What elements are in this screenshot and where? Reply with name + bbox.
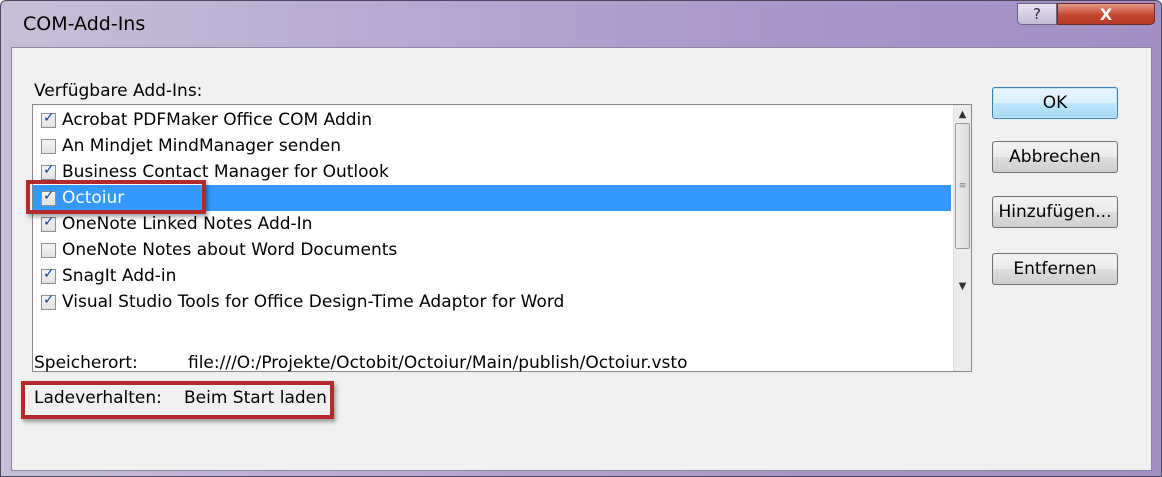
grip-icon: ≡: [958, 181, 967, 191]
location-value: file:///O:/Projekte/Octobit/Octoiur/Main…: [188, 353, 688, 373]
list-item-label: Business Contact Manager for Outlook: [62, 162, 389, 182]
list-item-label: SnagIt Add-in: [62, 266, 177, 286]
highlight-box-load-behavior: [21, 381, 334, 419]
checkbox[interactable]: [41, 138, 56, 154]
checkbox[interactable]: [41, 214, 56, 232]
scroll-up-button[interactable]: ▲: [954, 105, 971, 123]
list-item-acrobat[interactable]: Acrobat PDFMaker Office COM Addin: [33, 107, 953, 133]
close-button[interactable]: X: [1057, 3, 1155, 25]
checkbox[interactable]: [41, 266, 56, 284]
help-button[interactable]: ?: [1017, 3, 1057, 25]
triangle-up-icon: ▲: [958, 108, 967, 120]
window-title: COM-Add-Ins: [23, 13, 146, 35]
list-item-vsto[interactable]: Visual Studio Tools for Office Design-Ti…: [33, 289, 953, 315]
ok-button-label: OK: [1042, 93, 1068, 113]
available-addins-label: Verfügbare Add-Ins:: [34, 81, 203, 101]
close-icon: X: [1099, 4, 1113, 24]
ok-button[interactable]: OK: [992, 87, 1118, 119]
location-label: Speicherort:: [34, 353, 138, 373]
list-item-label: OneNote Notes about Word Documents: [62, 240, 398, 260]
list-item-onenote-linked[interactable]: OneNote Linked Notes Add-In: [33, 211, 953, 237]
list-item-label: Acrobat PDFMaker Office COM Addin: [62, 110, 373, 130]
checkbox[interactable]: [41, 292, 56, 310]
listbox-scrollbar[interactable]: ▲ ≡ ▼: [953, 105, 971, 371]
list-item-label: OneNote Linked Notes Add-In: [62, 214, 313, 234]
checkbox[interactable]: [41, 162, 56, 180]
triangle-down-icon: ▼: [958, 280, 967, 292]
title-bar[interactable]: COM-Add-Ins ? X: [1, 1, 1161, 47]
add-button[interactable]: Hinzufügen...: [992, 196, 1118, 228]
cancel-button[interactable]: Abbrechen: [992, 141, 1118, 173]
remove-button[interactable]: Entfernen: [992, 253, 1118, 285]
help-icon: ?: [1033, 5, 1041, 23]
list-item-mindjet[interactable]: An Mindjet MindManager senden: [33, 133, 953, 159]
add-button-label: Hinzufügen...: [998, 202, 1112, 222]
list-item-onenote-notes[interactable]: OneNote Notes about Word Documents: [33, 237, 953, 263]
scroll-down-button[interactable]: ▼: [954, 277, 971, 295]
remove-button-label: Entfernen: [1013, 259, 1097, 279]
list-item-snagit[interactable]: SnagIt Add-in: [33, 263, 953, 289]
list-item-label: Visual Studio Tools for Office Design-Ti…: [62, 292, 565, 312]
checkbox[interactable]: [41, 242, 56, 258]
list-item-label: An Mindjet MindManager senden: [62, 136, 342, 156]
scrollbar-thumb[interactable]: ≡: [955, 123, 970, 249]
cancel-button-label: Abbrechen: [1009, 147, 1101, 167]
addins-listbox[interactable]: Acrobat PDFMaker Office COM Addin An Min…: [32, 104, 972, 372]
dialog-window: COM-Add-Ins ? X Verfügbare Add-Ins: Acro…: [0, 0, 1162, 477]
checkbox[interactable]: [41, 110, 56, 128]
highlight-box-octoiur: [26, 180, 206, 214]
